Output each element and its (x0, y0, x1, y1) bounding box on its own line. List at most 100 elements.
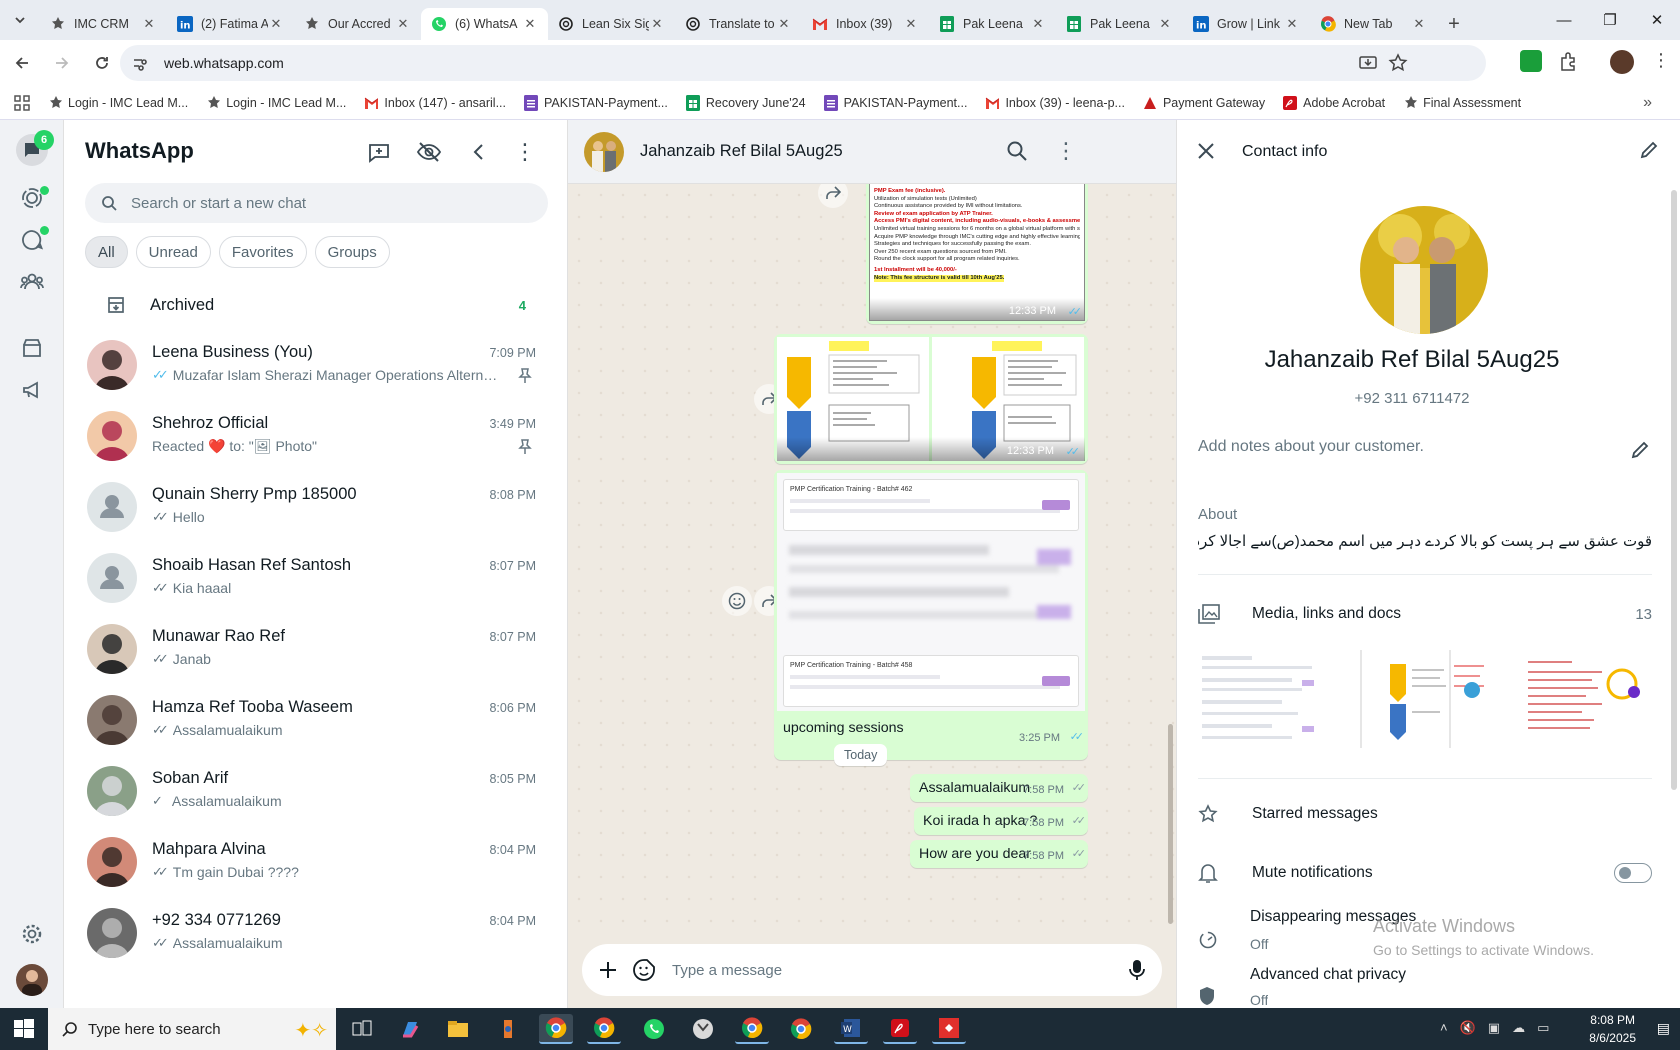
anydesk-icon[interactable] (932, 1014, 966, 1044)
volume-icon[interactable]: 🔇 (1460, 1020, 1476, 1036)
chrome-profile-icon[interactable] (587, 1014, 621, 1044)
media-thumbnail[interactable] (1198, 650, 1326, 748)
conversation-menu-icon[interactable]: ⋮ (1055, 138, 1077, 164)
profile-avatar[interactable] (1610, 50, 1634, 74)
bookmark-item[interactable]: Payment Gateway (1143, 96, 1265, 110)
bookmark-item[interactable]: Final Assessment (1403, 95, 1521, 110)
bookmark-star-icon[interactable] (1388, 53, 1408, 73)
chrome-icon[interactable] (784, 1014, 818, 1044)
browser-tab[interactable]: Lean Six Sig ✕ (548, 8, 675, 40)
notifications-icon[interactable]: ▤ (1657, 1020, 1670, 1037)
filter-chip[interactable]: Favorites (218, 236, 307, 268)
meet-icon[interactable]: ▣ (1488, 1020, 1500, 1036)
avatar[interactable] (87, 695, 137, 745)
tab-search-icon[interactable] (0, 0, 40, 40)
close-tab-icon[interactable]: ✕ (522, 16, 538, 32)
advertise-icon[interactable] (16, 374, 48, 406)
minimize-button[interactable]: — (1541, 0, 1587, 40)
extension-icon[interactable] (1520, 50, 1542, 72)
microphone-icon[interactable] (1128, 958, 1146, 982)
search-messages-icon[interactable] (1006, 140, 1028, 162)
sticker-icon[interactable] (632, 958, 656, 982)
edit-notes-icon[interactable] (1630, 440, 1650, 460)
avatar[interactable] (87, 624, 137, 674)
chat-row[interactable]: Mahpara Alvina 8:04 PM ✓✓ Tm gain Dubai ???… (64, 825, 568, 901)
new-chat-icon[interactable] (367, 140, 393, 166)
close-tab-icon[interactable]: ✕ (1030, 16, 1046, 32)
conversation-contact-name[interactable]: Jahanzaib Ref Bilal 5Aug25 (640, 142, 843, 161)
chat-row[interactable]: Hamza Ref Tooba Waseem 8:06 PM ✓✓ Assalamua… (64, 683, 568, 759)
word-icon[interactable]: W (834, 1014, 868, 1044)
filter-chip[interactable]: Unread (135, 236, 211, 268)
close-window-button[interactable]: ✕ (1634, 0, 1680, 40)
chat-row[interactable]: +92 334 0771269 8:04 PM ✓✓ Assalamualaikum (64, 896, 568, 972)
react-emoji-icon[interactable] (722, 586, 752, 616)
bookmark-item[interactable]: Recovery June'24 (685, 94, 806, 111)
bookmarks-overflow-icon[interactable]: » (1643, 94, 1652, 112)
avatar[interactable] (87, 553, 137, 603)
message-input[interactable]: Type a message (672, 962, 782, 979)
file-explorer-icon[interactable] (441, 1014, 475, 1044)
contact-profile-photo[interactable] (1360, 206, 1488, 334)
forward-icon[interactable] (818, 184, 848, 208)
mute-toggle[interactable] (1614, 863, 1652, 883)
extensions-puzzle-icon[interactable] (1558, 50, 1580, 72)
browser-tab[interactable]: Translate to ✕ (675, 8, 802, 40)
image-message[interactable]: PMP Exam fee (inclusive). Utilization of … (866, 184, 1088, 324)
forward-button[interactable] (44, 45, 80, 81)
taskbar-search[interactable]: Type here to search ✦✧ (48, 1008, 336, 1050)
filter-chip[interactable]: Groups (314, 236, 390, 268)
edit-pencil-icon[interactable] (1639, 140, 1659, 160)
search-input[interactable]: Search or start a new chat (85, 183, 548, 223)
cloud-icon[interactable]: ☁ (1512, 1020, 1525, 1036)
info-scrollbar[interactable] (1671, 190, 1677, 790)
app-icon[interactable] (686, 1014, 720, 1044)
install-app-icon[interactable] (1358, 53, 1378, 73)
chrome-icon[interactable] (735, 1014, 769, 1044)
outgoing-message[interactable]: How are you dear 7:58 PM ✓✓ (910, 840, 1088, 868)
avatar[interactable] (87, 411, 137, 461)
my-profile-avatar[interactable] (16, 964, 48, 996)
avatar[interactable] (87, 766, 137, 816)
windows-start-icon[interactable] (14, 1019, 34, 1039)
browser-menu-icon[interactable]: ⋮ (1652, 50, 1670, 71)
browser-tab[interactable]: IMC CRM ✕ (40, 8, 167, 40)
browser-tab[interactable]: Pak Leena ✕ (929, 8, 1056, 40)
messages-scrollbar[interactable] (1168, 724, 1173, 924)
site-info-icon[interactable] (132, 55, 152, 71)
chat-row[interactable]: Leena Business (You) 7:09 PM ✓✓ Muzafar Isl… (64, 328, 568, 404)
browser-tab[interactable]: New Tab ✕ (1310, 8, 1437, 40)
browser-tab[interactable]: in (2) Fatima A ✕ (167, 8, 294, 40)
image-caption-message[interactable]: PMP Certification Training - Batch# 462 (774, 470, 1088, 760)
media-thumbnail[interactable] (1522, 650, 1650, 748)
app-icon[interactable] (491, 1014, 525, 1044)
browser-tab[interactable]: Our Accred ✕ (294, 8, 421, 40)
bookmark-item[interactable]: Inbox (147) - ansaril... (364, 96, 506, 110)
avatar[interactable] (87, 340, 137, 390)
browser-tab[interactable]: (6) WhatsA ✕ (421, 8, 548, 40)
mute-notifications-row[interactable]: Mute notifications (1198, 862, 1652, 884)
tray-chevron-icon[interactable]: ˄ (1440, 1020, 1448, 1036)
chat-row[interactable]: Shehroz Official 3:49 PM Reacted ❤️ to: "🖼… (64, 399, 568, 475)
message-options-chevron-icon[interactable]: ⌄ (1067, 477, 1079, 494)
bookmark-item[interactable]: PAKISTAN-Payment... (823, 94, 967, 111)
communities-icon[interactable] (16, 266, 48, 298)
chatlist-menu-icon[interactable]: ⋮ (512, 140, 538, 166)
avatar[interactable] (87, 482, 137, 532)
browser-tab[interactable]: Pak Leena ✕ (1056, 8, 1183, 40)
browser-tab[interactable]: in Grow | Link ✕ (1183, 8, 1310, 40)
media-thumbnail[interactable] (1360, 650, 1488, 748)
close-tab-icon[interactable]: ✕ (649, 16, 665, 32)
new-tab-button[interactable]: + (1437, 8, 1471, 40)
close-tab-icon[interactable]: ✕ (1284, 16, 1300, 32)
chrome-icon[interactable] (539, 1014, 573, 1044)
media-links-docs-row[interactable]: Media, links and docs 13 (1198, 604, 1652, 624)
network-icon[interactable]: ▭ (1537, 1020, 1549, 1036)
close-tab-icon[interactable]: ✕ (903, 16, 919, 32)
close-tab-icon[interactable]: ✕ (268, 16, 284, 32)
bookmark-item[interactable]: Login - IMC Lead M... (48, 95, 188, 110)
contact-avatar[interactable] (584, 132, 624, 172)
close-icon[interactable] (1197, 142, 1215, 160)
taskbar-clock[interactable]: 8:08 PM 8/6/2025 (1589, 1011, 1636, 1047)
avatar[interactable] (87, 908, 137, 958)
